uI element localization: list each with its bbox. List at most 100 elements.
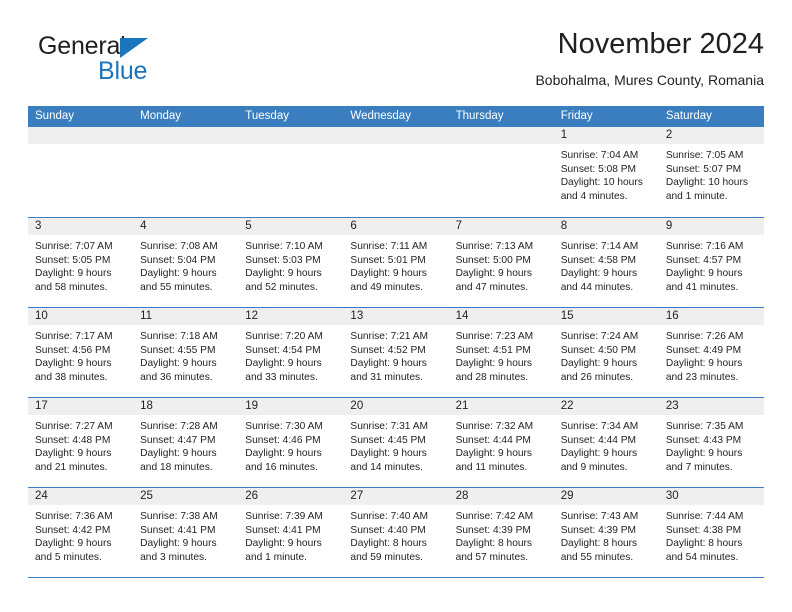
calendar-day-cell[interactable]: 26 Sunrise: 7:39 AM Sunset: 4:41 PM Dayligh… (238, 488, 344, 577)
day-detail-line: Sunrise: 7:05 AM (665, 150, 744, 161)
calendar-day-cell[interactable]: 30 Sunrise: 7:44 AM Sunset: 4:38 PM Dayligh… (658, 488, 764, 577)
day-details: Sunrise: 7:35 AM Sunset: 4:43 PM Daylight:… (659, 415, 764, 474)
day-detail-line: Sunrise: 7:23 AM (455, 331, 534, 342)
calendar-day-cell[interactable]: 4 Sunrise: 7:08 AM Sunset: 5:04 PM Daylight… (133, 218, 239, 307)
day-details: Sunrise: 7:28 AM Sunset: 4:47 PM Daylight:… (133, 415, 238, 474)
day-detail-line: Daylight: 9 hours (350, 358, 427, 370)
calendar-day-cell[interactable]: 12 Sunrise: 7:20 AM Sunset: 4:54 PM Dayligh… (238, 308, 344, 397)
day-details: Sunrise: 7:24 AM Sunset: 4:50 PM Daylight:… (554, 325, 659, 384)
day-details: Sunrise: 7:32 AM Sunset: 4:44 PM Daylight:… (449, 415, 554, 474)
weekday-header-friday: Friday (560, 110, 593, 122)
day-detail-line: Sunrise: 7:44 AM (665, 511, 744, 522)
day-detail-line: and 18 minutes. (140, 461, 213, 473)
day-detail-line: Daylight: 9 hours (665, 358, 743, 370)
calendar-day-cell[interactable]: 22 Sunrise: 7:34 AM Sunset: 4:44 PM Dayligh… (553, 398, 659, 487)
calendar-day-cell[interactable]: 8 Sunrise: 7:14 AM Sunset: 4:58 PM Daylight… (553, 218, 659, 307)
day-detail-line: Daylight: 8 hours (665, 538, 743, 550)
triangle-icon (120, 38, 148, 58)
calendar-grid: Sunday Monday Tuesday Wednesday Thursday Frid… (28, 106, 764, 578)
calendar-day-cell[interactable]: 27 Sunrise: 7:40 AM Sunset: 4:40 PM Dayligh… (343, 488, 449, 577)
day-detail-line: Sunset: 5:04 PM (140, 254, 216, 266)
day-number: 13 (343, 308, 449, 325)
day-detail-line: and 58 minutes. (35, 281, 108, 293)
calendar-day-cell[interactable]: 24 Sunrise: 7:36 AM Sunset: 4:42 PM Dayligh… (28, 488, 134, 577)
day-detail-line: Sunrise: 7:24 AM (560, 331, 639, 342)
day-detail-line: Sunset: 4:46 PM (245, 434, 321, 446)
day-detail-line: Daylight: 9 hours (455, 448, 533, 460)
day-detail-line: Sunrise: 7:28 AM (140, 421, 218, 432)
day-detail-line: and 1 minute. (665, 190, 728, 202)
page-subtitle: Bobohalma, Mures County, Romania (535, 72, 764, 88)
calendar-day-cell[interactable]: 11 Sunrise: 7:18 AM Sunset: 4:55 PM Dayligh… (133, 308, 239, 397)
day-detail-line: Sunset: 4:54 PM (245, 344, 321, 356)
weekday-header-sunday: Sunday (35, 110, 75, 122)
day-detail-line: and 26 minutes. (560, 371, 634, 383)
day-detail-line: and 54 minutes. (665, 551, 739, 563)
day-details: Sunrise: 7:17 AM Sunset: 4:56 PM Daylight:… (28, 325, 133, 384)
weekday-header-row: Sunday Monday Tuesday Wednesday Thursday Frid… (28, 106, 764, 127)
day-details (343, 144, 448, 149)
day-detail-line: and 28 minutes. (455, 371, 529, 383)
day-detail-line: Sunset: 5:00 PM (455, 254, 531, 266)
day-details: Sunrise: 7:31 AM Sunset: 4:45 PM Daylight:… (343, 415, 448, 474)
day-details: Sunrise: 7:27 AM Sunset: 4:48 PM Daylight:… (28, 415, 133, 474)
calendar-day-cell[interactable]: 1 Sunrise: 7:04 AM Sunset: 5:08 PM Daylight… (553, 127, 659, 217)
calendar-day-cell[interactable]: 17 Sunrise: 7:27 AM Sunset: 4:48 PM Dayligh… (28, 398, 134, 487)
calendar-day-cell[interactable]: 23 Sunrise: 7:35 AM Sunset: 4:43 PM Dayligh… (658, 398, 764, 487)
day-detail-line: Daylight: 9 hours (245, 538, 322, 550)
calendar-day-cell[interactable]: 19 Sunrise: 7:30 AM Sunset: 4:46 PM Dayligh… (238, 398, 344, 487)
day-details (28, 144, 133, 149)
calendar-day-cell-empty (343, 127, 449, 217)
day-detail-line: Sunset: 4:39 PM (455, 524, 531, 536)
day-detail-line: Sunrise: 7:08 AM (140, 241, 218, 252)
calendar-day-cell-empty (28, 127, 134, 217)
day-number: 9 (658, 218, 764, 235)
day-detail-line: Sunset: 4:41 PM (140, 524, 216, 536)
calendar-day-cell[interactable]: 25 Sunrise: 7:38 AM Sunset: 4:41 PM Dayligh… (133, 488, 239, 577)
calendar-day-cell[interactable]: 5 Sunrise: 7:10 AM Sunset: 5:03 PM Daylight… (238, 218, 344, 307)
day-detail-line: Daylight: 9 hours (140, 448, 217, 460)
calendar-day-cell[interactable]: 13 Sunrise: 7:21 AM Sunset: 4:52 PM Dayligh… (343, 308, 449, 397)
calendar-day-cell[interactable]: 18 Sunrise: 7:28 AM Sunset: 4:47 PM Dayligh… (133, 398, 239, 487)
calendar-day-cell[interactable]: 21 Sunrise: 7:32 AM Sunset: 4:44 PM Dayligh… (448, 398, 554, 487)
day-detail-line: Daylight: 9 hours (35, 538, 112, 550)
calendar-day-cell[interactable]: 7 Sunrise: 7:13 AM Sunset: 5:00 PM Daylight… (448, 218, 554, 307)
day-number: 27 (343, 488, 449, 505)
day-detail-line: Sunrise: 7:32 AM (455, 421, 534, 432)
calendar-day-cell[interactable]: 29 Sunrise: 7:43 AM Sunset: 4:39 PM Dayligh… (553, 488, 659, 577)
calendar-day-cell[interactable]: 16 Sunrise: 7:26 AM Sunset: 4:49 PM Dayligh… (658, 308, 764, 397)
day-details: Sunrise: 7:16 AM Sunset: 4:57 PM Daylight:… (659, 235, 764, 294)
calendar-day-cell[interactable]: 3 Sunrise: 7:07 AM Sunset: 5:05 PM Daylight… (28, 218, 134, 307)
calendar-day-cell[interactable]: 28 Sunrise: 7:42 AM Sunset: 4:39 PM Dayligh… (448, 488, 554, 577)
day-number: 15 (553, 308, 659, 325)
day-number: 12 (238, 308, 344, 325)
day-detail-line: Sunrise: 7:11 AM (350, 241, 428, 252)
day-detail-line: Sunrise: 7:21 AM (350, 331, 429, 342)
brand-logo[interactable]: General Blue (38, 32, 268, 94)
day-detail-line: and 4 minutes. (560, 190, 628, 202)
day-details: Sunrise: 7:18 AM Sunset: 4:55 PM Daylight:… (133, 325, 238, 384)
day-detail-line: Sunset: 4:48 PM (35, 434, 111, 446)
calendar-week-row: 10 Sunrise: 7:17 AM Sunset: 4:56 PM Dayligh… (28, 307, 764, 397)
day-details: Sunrise: 7:26 AM Sunset: 4:49 PM Daylight:… (659, 325, 764, 384)
calendar-day-cell[interactable]: 14 Sunrise: 7:23 AM Sunset: 4:51 PM Dayligh… (448, 308, 554, 397)
calendar-day-cell[interactable]: 6 Sunrise: 7:11 AM Sunset: 5:01 PM Daylight… (343, 218, 449, 307)
calendar-day-cell[interactable]: 15 Sunrise: 7:24 AM Sunset: 4:50 PM Dayligh… (553, 308, 659, 397)
day-number: 24 (28, 488, 134, 505)
day-details: Sunrise: 7:14 AM Sunset: 4:58 PM Daylight:… (554, 235, 659, 294)
day-detail-line: Daylight: 10 hours (560, 177, 643, 189)
calendar-day-cell[interactable]: 9 Sunrise: 7:16 AM Sunset: 4:57 PM Daylight… (658, 218, 764, 307)
day-details (133, 144, 238, 149)
day-detail-line: and 1 minute. (245, 551, 308, 563)
day-detail-line: and 47 minutes. (455, 281, 529, 293)
day-detail-line: Sunset: 5:07 PM (665, 163, 742, 175)
day-number: 23 (658, 398, 764, 415)
calendar-day-cell[interactable]: 10 Sunrise: 7:17 AM Sunset: 4:56 PM Dayligh… (28, 308, 134, 397)
calendar-week-row: 3 Sunrise: 7:07 AM Sunset: 5:05 PM Daylight… (28, 217, 764, 307)
day-details: Sunrise: 7:10 AM Sunset: 5:03 PM Daylight:… (238, 235, 343, 294)
calendar-day-cell[interactable]: 2 Sunrise: 7:05 AM Sunset: 5:07 PM Daylight… (658, 127, 764, 217)
day-detail-line: Sunrise: 7:27 AM (35, 421, 113, 432)
calendar-day-cell[interactable]: 20 Sunrise: 7:31 AM Sunset: 4:45 PM Dayligh… (343, 398, 449, 487)
day-details: Sunrise: 7:11 AM Sunset: 5:01 PM Daylight:… (343, 235, 448, 294)
day-detail-line: Sunrise: 7:38 AM (140, 511, 218, 522)
